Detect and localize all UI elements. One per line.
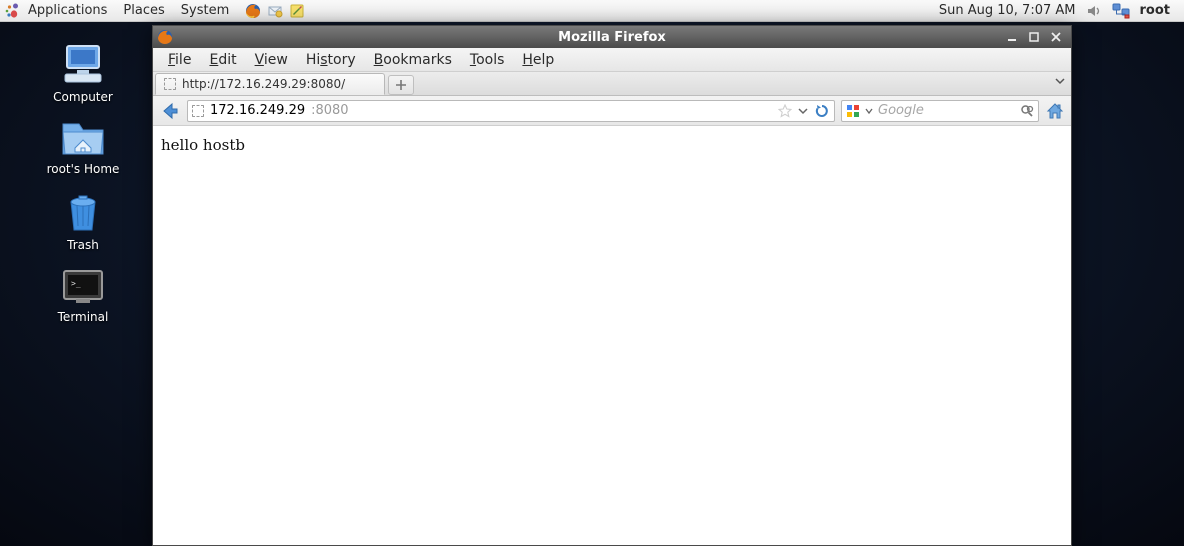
system-menu[interactable]: System [173,1,237,20]
search-engine-icon[interactable] [846,104,860,118]
menu-help[interactable]: Help [513,50,563,70]
search-bar[interactable]: Google [841,100,1039,122]
back-button[interactable] [159,100,181,122]
gnome-foot-icon [4,3,20,19]
firefox-icon [157,29,173,45]
history-dropdown-icon[interactable] [798,106,808,116]
user-menu[interactable]: root [1140,3,1171,18]
page-favicon-placeholder-icon [164,78,176,90]
tab-label: http://172.16.249.29:8080/ [182,77,345,91]
tabs-dropdown-button[interactable] [1055,76,1065,86]
url-port: :8080 [311,103,348,118]
email-launcher-icon[interactable] [267,3,283,19]
url-bar[interactable]: 172.16.249.29 :8080 [187,100,835,122]
plus-icon [395,79,407,91]
tabbar: http://172.16.249.29:8080/ [153,72,1071,96]
page-body-text: hello hostb [161,136,245,154]
menu-history[interactable]: History [297,50,365,70]
menu-file[interactable]: File [159,50,200,70]
window-close-button[interactable] [1049,30,1063,44]
page-content: hello hostb [153,126,1071,545]
window-titlebar[interactable]: Mozilla Firefox [153,26,1071,48]
reload-button[interactable] [814,103,830,119]
network-icon[interactable] [1112,3,1130,19]
home-icon [1046,102,1064,120]
notes-launcher-icon[interactable] [289,3,305,19]
window-maximize-button[interactable] [1027,30,1041,44]
desktop-icon-home[interactable]: root's Home [28,118,138,176]
url-host: 172.16.249.29 [210,103,305,118]
desktop-icon-label: Trash [28,238,138,252]
volume-icon[interactable] [1086,3,1102,19]
gnome-top-panel: Applications Places System Sun Aug 10, 7… [0,0,1184,22]
applications-menu[interactable]: Applications [20,1,115,20]
back-arrow-icon [160,101,180,121]
menu-bookmarks[interactable]: Bookmarks [365,50,461,70]
desktop-icon-label: Terminal [28,310,138,324]
browser-tab[interactable]: http://172.16.249.29:8080/ [155,73,385,95]
menu-tools[interactable]: Tools [461,50,514,70]
desktop-icon-label: Computer [28,90,138,104]
search-placeholder: Google [878,103,924,118]
menubar: File Edit View History Bookmarks Tools H… [153,48,1071,72]
window-title: Mozilla Firefox [153,30,1071,45]
site-identity-icon[interactable] [192,105,204,117]
firefox-window: Mozilla Firefox File Edit View History B… [152,25,1072,546]
desktop-icon-terminal[interactable]: >_ Terminal [28,268,138,324]
bookmark-star-icon[interactable] [778,104,792,118]
places-menu[interactable]: Places [115,1,172,20]
navigation-toolbar: 172.16.249.29 :8080 Google [153,96,1071,126]
new-tab-button[interactable] [388,75,414,95]
desktop-icon-label: root's Home [28,162,138,176]
home-button[interactable] [1045,101,1065,121]
search-engine-dropdown-icon[interactable] [865,107,873,115]
desktop-icon-trash[interactable]: Trash [28,192,138,252]
menu-edit[interactable]: Edit [200,50,245,70]
svg-text:>_: >_ [71,279,81,288]
window-minimize-button[interactable] [1005,30,1019,44]
desktop-icon-computer[interactable]: Computer [28,42,138,104]
chevron-down-icon [1055,76,1065,86]
menu-view[interactable]: View [246,50,297,70]
firefox-launcher-icon[interactable] [245,3,261,19]
clock[interactable]: Sun Aug 10, 7:07 AM [939,3,1076,18]
search-go-icon[interactable] [1020,104,1034,118]
